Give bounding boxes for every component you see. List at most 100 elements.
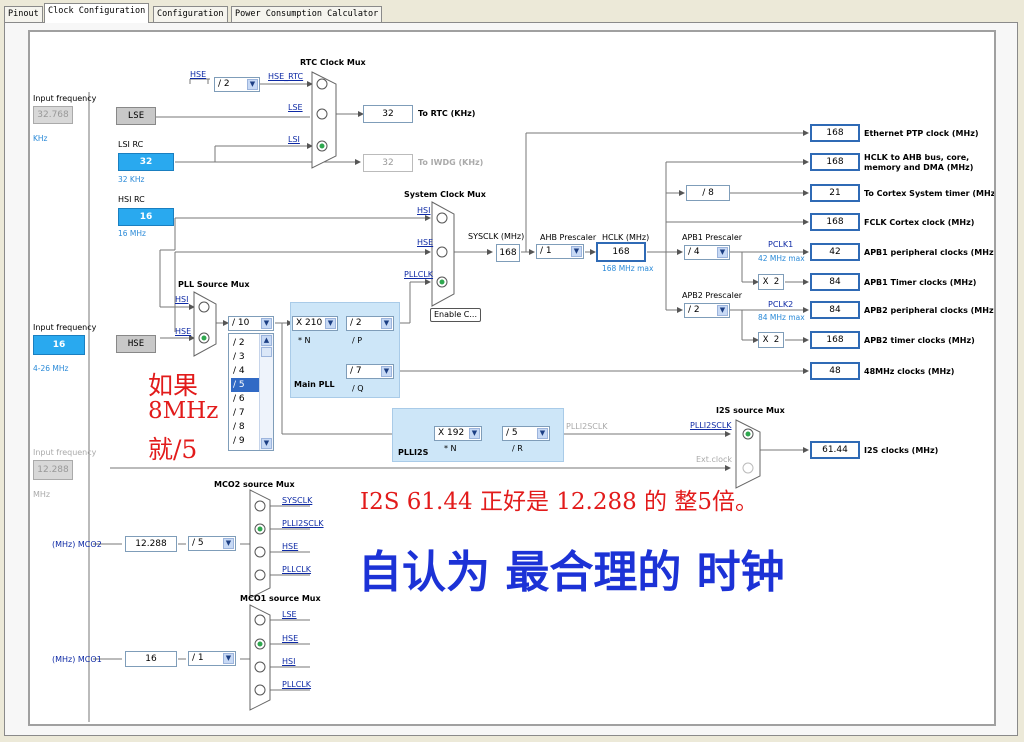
- ext-unit: MHz: [33, 490, 51, 499]
- hsi-unit: 16 MHz: [118, 229, 146, 238]
- output-apb2-timer-value: 168: [810, 331, 860, 349]
- chevron-down-icon[interactable]: ▼: [261, 438, 272, 449]
- chevron-down-icon[interactable]: ▼: [223, 538, 234, 549]
- plli2s-r-label: / R: [512, 444, 523, 453]
- ext-input-frequency[interactable]: 12.288: [33, 460, 73, 480]
- output-apb1-timer-label: APB1 Timer clocks (MHz): [864, 278, 977, 287]
- output-hclk-label-2: memory and DMA (MHz): [864, 163, 974, 172]
- list-item[interactable]: / 3: [231, 350, 259, 364]
- chevron-down-icon[interactable]: ▼: [247, 79, 258, 90]
- tab-configuration[interactable]: Configuration: [153, 6, 228, 22]
- list-item[interactable]: / 2: [231, 336, 259, 350]
- output-apb1-timer-value: 84: [810, 273, 860, 291]
- plli2s-r-value: / 5: [506, 428, 518, 438]
- tab-pinout[interactable]: Pinout: [4, 6, 43, 22]
- pclk1-max: 42 MHz max: [758, 254, 805, 263]
- mco1-divider[interactable]: / 1 ▼: [188, 651, 236, 666]
- i2s-mux-ext: Ext.clock: [696, 455, 733, 464]
- chevron-down-icon[interactable]: ▼: [469, 428, 480, 439]
- apb1-prescaler[interactable]: / 4 ▼: [684, 245, 730, 260]
- i2s-mux-plli2sclk: PLLI2SCLK: [690, 421, 732, 430]
- list-item[interactable]: / 7: [231, 406, 259, 420]
- rtc-hse-rtc-label: HSE_RTC: [268, 72, 304, 81]
- chevron-down-icon[interactable]: ▼: [717, 305, 728, 316]
- output-fclk-label: FCLK Cortex clock (MHz): [864, 218, 975, 227]
- apb1-timer-x2: X 2: [758, 274, 784, 290]
- pll-p-label: / P: [352, 336, 363, 345]
- sys-mux-hse: HSE: [417, 238, 434, 247]
- chevron-down-icon[interactable]: ▼: [381, 366, 392, 377]
- annotation-i2s-note: I2S 61.44 正好是 12.288 的 整5倍。: [360, 489, 758, 515]
- pll-p-divider[interactable]: / 2 ▼: [346, 316, 394, 331]
- rtc-lsi-label: LSI: [288, 135, 300, 144]
- pll-m-value: / 10: [232, 318, 250, 328]
- pll-n-multiplier[interactable]: X 210 ▼: [292, 316, 338, 331]
- chevron-down-icon[interactable]: ▼: [381, 318, 392, 329]
- chevron-down-icon[interactable]: ▼: [717, 247, 728, 258]
- enable-css-button[interactable]: Enable C...: [430, 308, 482, 322]
- mco1-label: (MHz) MCO1: [52, 655, 102, 664]
- cortex-timer-divider: / 8: [686, 185, 730, 201]
- plli2s-n-multiplier[interactable]: X 192 ▼: [434, 426, 482, 441]
- mco1-opt-hsi: HSI: [282, 657, 296, 666]
- sysclk-value: 168: [496, 244, 520, 262]
- scroll-thumb[interactable]: [261, 347, 272, 357]
- list-scrollbar[interactable]: ▲ ▼: [259, 334, 273, 450]
- pll-q-value: / 7: [350, 366, 362, 376]
- ext-input-caption: Input frequency: [33, 448, 97, 457]
- pll-q-label: / Q: [352, 384, 364, 393]
- mco1-value: 16: [125, 651, 177, 667]
- hsi-value: 16: [118, 208, 174, 226]
- lse-unit: KHz: [33, 134, 48, 143]
- tab-clock-configuration[interactable]: Clock Configuration: [44, 3, 150, 23]
- output-cortex-timer-value: 21: [810, 184, 860, 202]
- pll-p-value: / 2: [350, 318, 362, 328]
- hse-box: HSE: [116, 335, 156, 353]
- rtc-lse-label: LSE: [288, 103, 303, 112]
- mco2-divider[interactable]: / 5 ▼: [188, 536, 236, 551]
- output-apb2-timer-label: APB2 timer clocks (MHz): [864, 336, 975, 345]
- list-item[interactable]: / 4: [231, 364, 259, 378]
- mco2-opt-hse: HSE: [282, 542, 299, 551]
- pclk1-label: PCLK1: [768, 240, 794, 249]
- ahb-prescaler[interactable]: / 1 ▼: [536, 244, 584, 259]
- chevron-down-icon[interactable]: ▼: [261, 318, 272, 329]
- chevron-down-icon[interactable]: ▼: [223, 653, 234, 664]
- lse-input-frequency[interactable]: 32.768: [33, 106, 73, 124]
- mco2-opt-plli2sclk: PLLI2SCLK: [282, 519, 324, 528]
- tab-power-consumption-calculator[interactable]: Power Consumption Calculator: [231, 6, 383, 22]
- annotation-line1: 如果: [148, 371, 199, 400]
- output-i2s-label: I2S clocks (MHz): [864, 446, 939, 455]
- pll-src-hsi: HSI: [175, 295, 189, 304]
- hse-input-frequency[interactable]: 16: [33, 335, 85, 355]
- chevron-up-icon[interactable]: ▲: [261, 335, 272, 346]
- hclk-value[interactable]: 168: [596, 242, 646, 262]
- apb2-prescaler[interactable]: / 2 ▼: [684, 303, 730, 318]
- output-fclk-value: 168: [810, 213, 860, 231]
- list-item-selected[interactable]: / 5: [231, 378, 259, 392]
- chevron-down-icon[interactable]: ▼: [571, 246, 582, 257]
- pclk2-max: 84 MHz max: [758, 313, 805, 322]
- pll-m-divider[interactable]: / 10 ▼: [228, 316, 274, 331]
- list-item[interactable]: / 6: [231, 392, 259, 406]
- output-i2s-value: 61.44: [810, 441, 860, 459]
- plli2s-r-divider[interactable]: / 5 ▼: [502, 426, 550, 441]
- plli2s-n-value: X 192: [438, 428, 465, 438]
- sys-mux-hsi: HSI: [417, 206, 431, 215]
- chevron-down-icon[interactable]: ▼: [537, 428, 548, 439]
- chevron-down-icon[interactable]: ▼: [325, 318, 336, 329]
- plli2sclk-wire-label: PLLI2SCLK: [566, 422, 608, 431]
- pll-m-dropdown-list[interactable]: / 2 / 3 / 4 / 5 / 6 / 7 / 8 / 9 ▲ ▼: [228, 333, 274, 451]
- apb1-prescaler-label: APB1 Prescaler: [682, 233, 743, 242]
- pll-q-divider[interactable]: / 7 ▼: [346, 364, 394, 379]
- clock-tree-canvas: Input frequency 32.768 KHz LSE LSI RC 32…: [28, 30, 996, 726]
- list-item[interactable]: / 8: [231, 420, 259, 434]
- output-apb1-periph-label: APB1 peripheral clocks (MHz): [864, 248, 996, 257]
- hse-input-caption: Input frequency: [33, 323, 97, 332]
- mco2-mux-title: MCO2 source Mux: [214, 480, 295, 489]
- list-item[interactable]: / 9: [231, 434, 259, 448]
- rtc-hse-prescaler[interactable]: / 2 ▼: [214, 77, 260, 92]
- ahb-prescaler-label: AHB Prescaler: [540, 233, 597, 242]
- lsi-unit: 32 KHz: [118, 175, 145, 184]
- pll-n-label: * N: [298, 336, 311, 345]
